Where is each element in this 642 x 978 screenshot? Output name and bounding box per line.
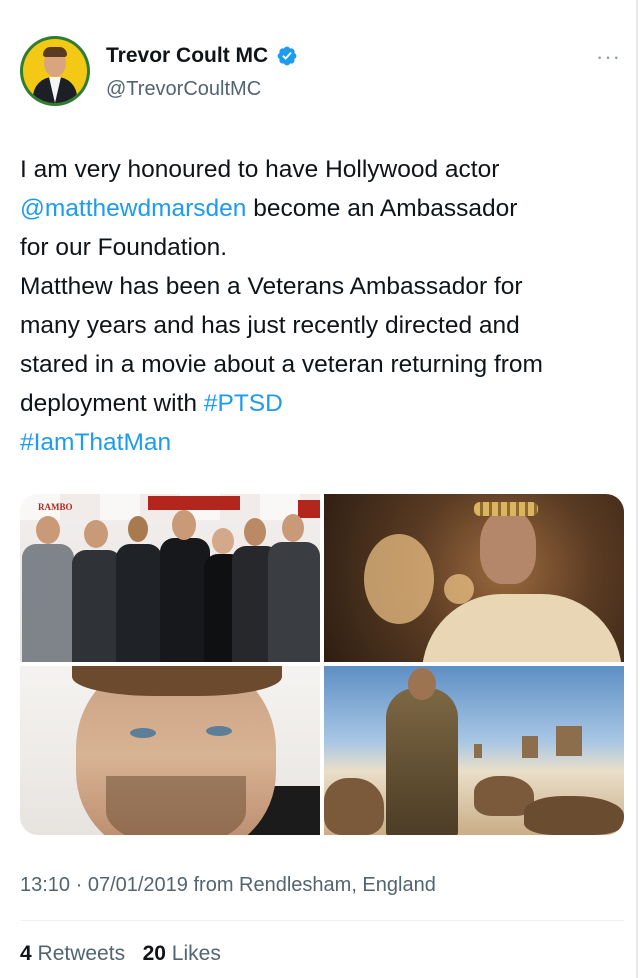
tweet-text-segment: for our Foundation. — [20, 234, 228, 261]
photo-costume — [422, 594, 622, 662]
media-photo-1[interactable]: RAMBO — [20, 494, 320, 662]
hashtag-link[interactable]: #IamThatMan — [20, 429, 171, 456]
photo-rock — [524, 796, 624, 835]
tweet-text-segment: deployment with — [20, 390, 204, 417]
author-name[interactable]: Trevor Coult MC — [106, 44, 268, 68]
tweet-text-line: I am very honoured to have Hollywood act… — [20, 150, 630, 189]
tweet-text-segment: I am very honoured to have Hollywood act… — [20, 156, 500, 183]
photo-person-head — [282, 514, 304, 542]
tweet-timestamp[interactable]: 13:10 · 07/01/2019 from Rendlesham, Engl… — [20, 874, 436, 897]
footer-divider — [20, 920, 624, 921]
tweet-text-segment: stared in a movie about a veteran return… — [20, 351, 543, 378]
tweet-text-segment: Matthew has been a Veterans Ambassador f… — [20, 273, 523, 300]
verified-badge-icon — [277, 46, 297, 66]
hashtag-link[interactable]: #PTSD — [204, 390, 283, 417]
retweets-count: 4 — [20, 942, 32, 965]
tweet-text-line: for our Foundation. — [20, 228, 630, 267]
photo-person — [160, 538, 210, 662]
author-name-row[interactable]: Trevor Coult MC — [106, 44, 298, 68]
likes-count: 20 — [142, 942, 166, 965]
avatar[interactable] — [20, 36, 90, 106]
engagement-stats: 4 Retweets 20 Likes — [20, 942, 221, 966]
photo-background-light — [364, 534, 434, 624]
retweets-label: Retweets — [37, 942, 126, 965]
media-photo-4[interactable] — [324, 666, 624, 835]
likes-label: Likes — [171, 942, 221, 965]
banner-logo-text: RAMBO — [38, 502, 73, 512]
tweet-text-line: @matthewdmarsden become an Ambassador — [20, 189, 630, 228]
tweet-text: I am very honoured to have Hollywood act… — [20, 150, 630, 462]
retweets-link[interactable]: 4 Retweets — [20, 942, 125, 965]
photo-person-head — [84, 520, 108, 548]
media-grid: RAMBO — [20, 494, 624, 835]
photo-person — [72, 550, 122, 662]
photo-portrait-hair — [72, 666, 282, 696]
photo-eye — [206, 726, 232, 736]
photo-actor-face — [480, 510, 536, 584]
photo-person-head — [36, 516, 60, 544]
tweet-text-segment: many years and has just recently directe… — [20, 312, 520, 339]
photo-person — [22, 544, 74, 662]
tweet-text-line: many years and has just recently directe… — [20, 306, 630, 345]
photo-ruins — [522, 736, 538, 758]
photo-person-head — [244, 518, 266, 546]
tweet-text-segment: become an Ambassador — [246, 195, 518, 222]
author-handle[interactable]: @TrevorCoultMC — [106, 78, 261, 101]
photo-soldier — [386, 688, 458, 835]
photo-ruins — [556, 726, 582, 756]
more-options-icon[interactable]: ··· — [596, 44, 621, 70]
tweet-text-line: Matthew has been a Veterans Ambassador f… — [20, 267, 630, 306]
photo-person-head — [128, 516, 148, 542]
photo-person — [268, 542, 320, 662]
photo-ruins — [474, 744, 482, 758]
right-border — [636, 0, 638, 978]
mention-link[interactable]: @matthewdmarsden — [20, 195, 246, 222]
photo-beard — [106, 776, 246, 835]
banner-logo-shape-right — [298, 500, 320, 518]
media-photo-3[interactable] — [20, 666, 320, 835]
photo-rock — [324, 778, 384, 835]
photo-person-head — [212, 528, 234, 554]
photo-person — [116, 544, 162, 662]
photo-soldier-head — [408, 668, 436, 700]
avatar-hair — [43, 47, 67, 57]
photo-person-head — [172, 510, 196, 540]
tweet-text-line: stared in a movie about a veteran return… — [20, 345, 630, 384]
photo-eye — [130, 728, 156, 738]
photo-laurel-crown — [474, 502, 538, 516]
tweet-text-line: #IamThatMan — [20, 423, 630, 462]
banner-logo-shape — [148, 496, 240, 510]
likes-link[interactable]: 20 Likes — [143, 942, 221, 965]
tweet-text-line: deployment with #PTSD — [20, 384, 630, 423]
media-photo-2[interactable] — [324, 494, 624, 662]
avatar-background — [23, 39, 87, 103]
